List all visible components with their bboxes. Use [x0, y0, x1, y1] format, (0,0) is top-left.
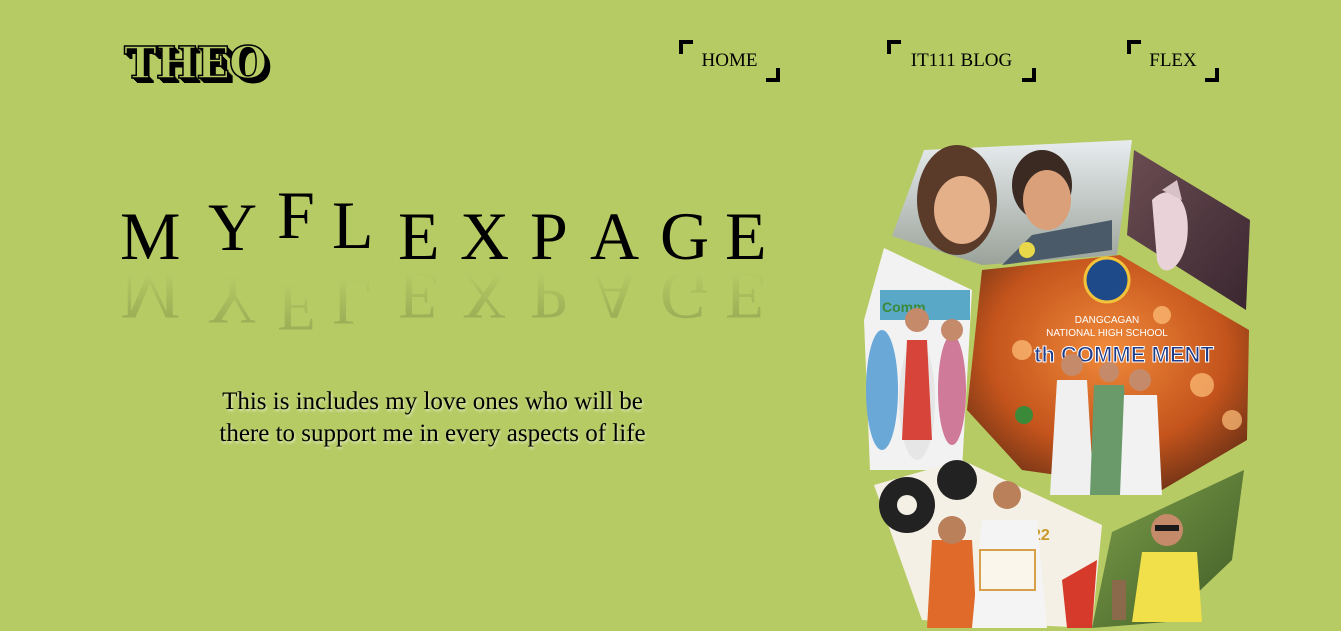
nav-flex-link[interactable]: FLEX — [1127, 40, 1219, 82]
tagline-line: there to support me in every aspects of … — [219, 420, 646, 447]
title-letter: Y — [208, 189, 258, 265]
school-name-line2: NATIONAL HIGH SCHOOL — [1046, 328, 1168, 339]
title-letter: F — [277, 177, 315, 253]
title-letter: L — [332, 187, 374, 263]
photo-selfie-couple — [892, 140, 1132, 265]
reflection-letter: G — [660, 258, 710, 334]
title-reflection: M Y F L E X P A G E — [120, 258, 800, 346]
tagline: This is includes my love ones who will b… — [190, 386, 675, 450]
reflection-letter: L — [332, 264, 374, 340]
school-name-line1: DANGCAGAN — [1075, 315, 1139, 326]
photo-graduation-family: Comm — [864, 248, 972, 470]
page-title: M Y F L E X P A G E — [120, 175, 800, 270]
reflection-letter: Y — [208, 263, 258, 339]
reflection-letter: E — [398, 258, 440, 334]
reflection-letter: P — [530, 258, 568, 334]
reflection-letter: F — [277, 270, 315, 346]
reflection-letter: M — [120, 258, 181, 334]
photo-commencement-stage: DANGCAGAN NATIONAL HIGH SCHOOL th COMME … — [967, 255, 1249, 495]
nav-home-link[interactable]: HOME — [679, 40, 780, 82]
site-logo[interactable]: THEO — [123, 41, 268, 87]
reflection-letter: A — [590, 258, 640, 334]
tagline-line: This is includes my love ones who will b… — [222, 388, 643, 415]
nav-blog-link[interactable]: IT111 BLOG — [887, 40, 1036, 82]
photo-collage: Comm DANGCAGAN NATIONAL HIGH SCHOOL th C… — [862, 140, 1252, 631]
reflection-letter: X — [460, 258, 510, 334]
reflection-letter: E — [725, 258, 767, 334]
